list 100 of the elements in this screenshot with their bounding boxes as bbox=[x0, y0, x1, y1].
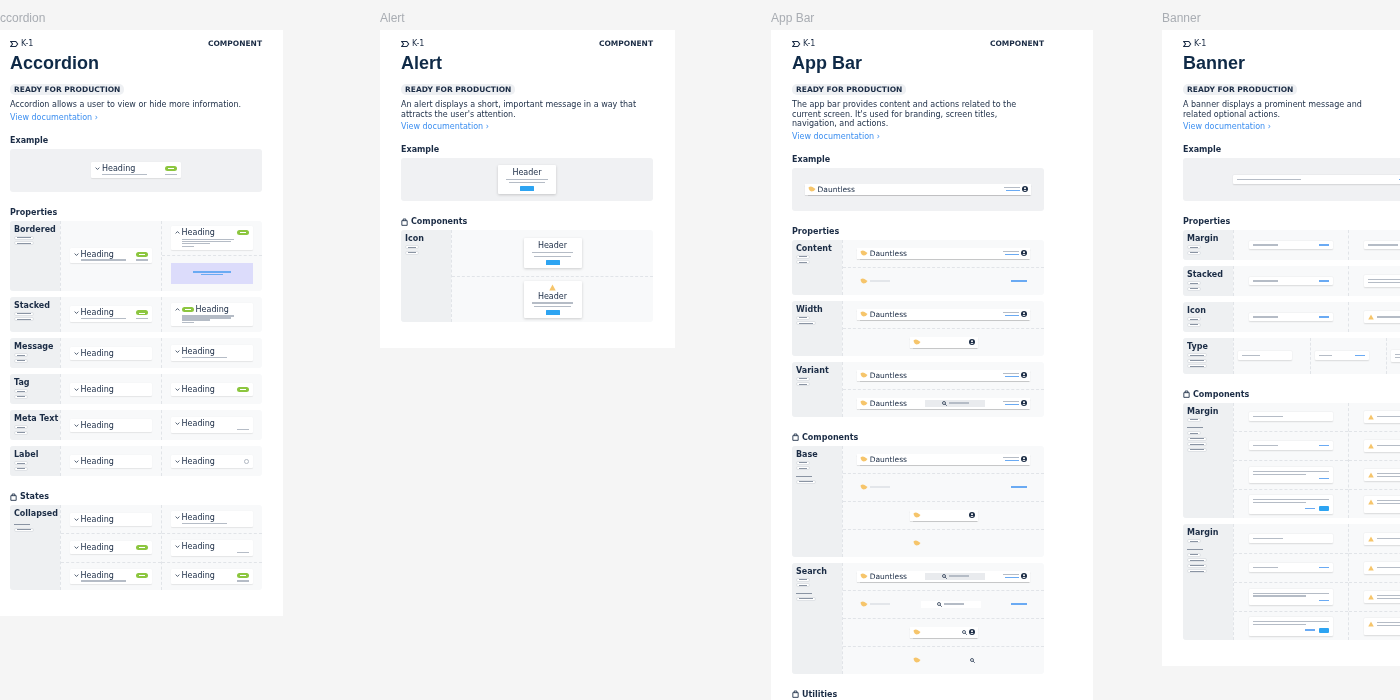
accordion-heading: Heading bbox=[80, 543, 114, 553]
accordion-heading: Heading bbox=[102, 164, 136, 174]
chevron-icon bbox=[174, 458, 180, 464]
alert-header: Header bbox=[512, 167, 542, 177]
alert-button[interactable] bbox=[520, 186, 534, 192]
chevron-icon bbox=[73, 422, 79, 428]
section-title: Properties bbox=[10, 207, 58, 217]
frame-label: ccordion bbox=[0, 11, 47, 27]
accordion-heading: Heading bbox=[181, 228, 215, 237]
property-chip bbox=[1187, 539, 1201, 544]
page-title: Accordion bbox=[10, 53, 100, 74]
documentation-link[interactable]: View documentation › bbox=[1183, 122, 1400, 131]
caption-line bbox=[796, 474, 812, 478]
accordion-heading: Heading bbox=[80, 420, 114, 430]
accordion-item[interactable]: Heading bbox=[170, 568, 254, 585]
accordion-item[interactable]: Heading bbox=[69, 247, 153, 264]
accordion-item[interactable]: Heading bbox=[170, 417, 254, 433]
property-name: Icon bbox=[405, 234, 425, 243]
accordion-item[interactable]: Heading bbox=[170, 382, 254, 396]
avatar-icon bbox=[968, 339, 975, 345]
logo-text: K-1 bbox=[21, 39, 34, 48]
property-name: Icon bbox=[1187, 306, 1207, 315]
section-title: Properties bbox=[792, 226, 840, 236]
chevron-icon bbox=[73, 251, 79, 257]
search-icon bbox=[941, 400, 947, 406]
documentation-link[interactable]: View documentation › bbox=[401, 122, 653, 131]
alert-button[interactable] bbox=[545, 259, 560, 265]
avatar-icon bbox=[968, 512, 975, 518]
logo-icon bbox=[1183, 39, 1192, 48]
section-title: States bbox=[20, 492, 49, 502]
accordion-item[interactable]: Heading bbox=[69, 346, 153, 360]
accordion-item[interactable]: Heading bbox=[91, 162, 181, 178]
search-field[interactable] bbox=[925, 399, 986, 407]
property-name: Variant bbox=[796, 365, 830, 375]
accordion-heading: Heading bbox=[181, 541, 215, 551]
more-button[interactable] bbox=[1319, 505, 1330, 511]
chevron-icon bbox=[73, 572, 79, 578]
accordion-item[interactable]: Heading bbox=[170, 511, 254, 527]
chevron-icon bbox=[174, 230, 180, 235]
property-name: Type bbox=[1187, 342, 1209, 351]
chevron-icon bbox=[73, 545, 79, 551]
avatar-icon bbox=[1021, 250, 1028, 256]
accordion-item[interactable]: Heading bbox=[69, 382, 153, 396]
search-field[interactable] bbox=[925, 572, 986, 580]
chevron-icon bbox=[73, 386, 79, 392]
accordion-item[interactable]: Heading bbox=[69, 512, 153, 526]
logo-text: K-1 bbox=[412, 39, 425, 48]
accordion-heading: Heading bbox=[181, 347, 215, 357]
search-field[interactable] bbox=[920, 600, 981, 608]
property-name: Width bbox=[796, 304, 824, 314]
more-button[interactable] bbox=[1319, 627, 1330, 633]
logo-text: K-1 bbox=[1194, 39, 1207, 48]
chevron-icon bbox=[73, 458, 79, 464]
accordion-item[interactable]: Heading bbox=[170, 454, 254, 468]
avatar-icon bbox=[968, 629, 975, 635]
description: A banner displays a prominent message and related optional actions. bbox=[1183, 100, 1363, 119]
property-name: Collapsed bbox=[14, 509, 56, 519]
property-name: Tag bbox=[14, 378, 31, 388]
property-name: Message bbox=[14, 342, 55, 352]
section-title: Example bbox=[401, 145, 441, 154]
accordion-heading: Heading bbox=[181, 456, 215, 466]
accordion-item[interactable]: Heading bbox=[69, 306, 153, 323]
documentation-link[interactable]: View documentation › bbox=[792, 131, 1044, 141]
avatar-icon bbox=[1022, 186, 1029, 192]
caption-line bbox=[796, 591, 812, 595]
search-icon bbox=[937, 601, 942, 607]
frame-label: Banner bbox=[1162, 11, 1202, 27]
avatar-icon bbox=[1021, 311, 1028, 317]
accordion-heading: Heading bbox=[80, 308, 114, 318]
property-name: Search bbox=[796, 566, 828, 576]
alert-button[interactable] bbox=[545, 310, 560, 316]
accordion-item[interactable]: Heading bbox=[69, 541, 153, 555]
property-name: Content bbox=[796, 243, 833, 253]
logo-text: K-1 bbox=[803, 39, 816, 48]
accordion-heading: Heading bbox=[195, 304, 229, 314]
section-title: Properties bbox=[1183, 217, 1231, 226]
property-chip bbox=[796, 479, 816, 484]
accordion-item[interactable]: Heading bbox=[170, 539, 254, 556]
accordion-item[interactable]: Heading bbox=[69, 454, 153, 468]
accordion-heading: Heading bbox=[181, 419, 215, 429]
accordion-item[interactable]: Heading bbox=[170, 302, 254, 327]
documentation-link[interactable]: View documentation › bbox=[10, 112, 262, 122]
property-name: Stacked bbox=[1187, 270, 1224, 279]
chevron-icon bbox=[73, 310, 79, 316]
accordion-item[interactable]: Heading bbox=[170, 345, 254, 361]
property-chip bbox=[1187, 417, 1201, 422]
accordion-heading: Heading bbox=[80, 249, 114, 259]
description: The app bar provides content and actions related to the current screen. It's used for branding, screen titles, navigation, and actions. bbox=[792, 100, 1018, 129]
chevron-icon bbox=[174, 386, 180, 392]
logo-icon bbox=[401, 39, 410, 48]
avatar-icon bbox=[1021, 573, 1028, 579]
accordion-heading: Heading bbox=[181, 513, 215, 523]
property-name: Bordered bbox=[14, 224, 56, 234]
accordion-heading: Heading bbox=[80, 514, 114, 524]
property-name: Margin bbox=[1187, 406, 1220, 416]
logo-icon bbox=[792, 39, 801, 48]
property-chip bbox=[796, 596, 816, 601]
accordion-item[interactable]: Heading bbox=[69, 418, 153, 432]
accordion-item[interactable]: Heading bbox=[170, 226, 254, 250]
accordion-item[interactable]: Heading bbox=[69, 568, 153, 585]
